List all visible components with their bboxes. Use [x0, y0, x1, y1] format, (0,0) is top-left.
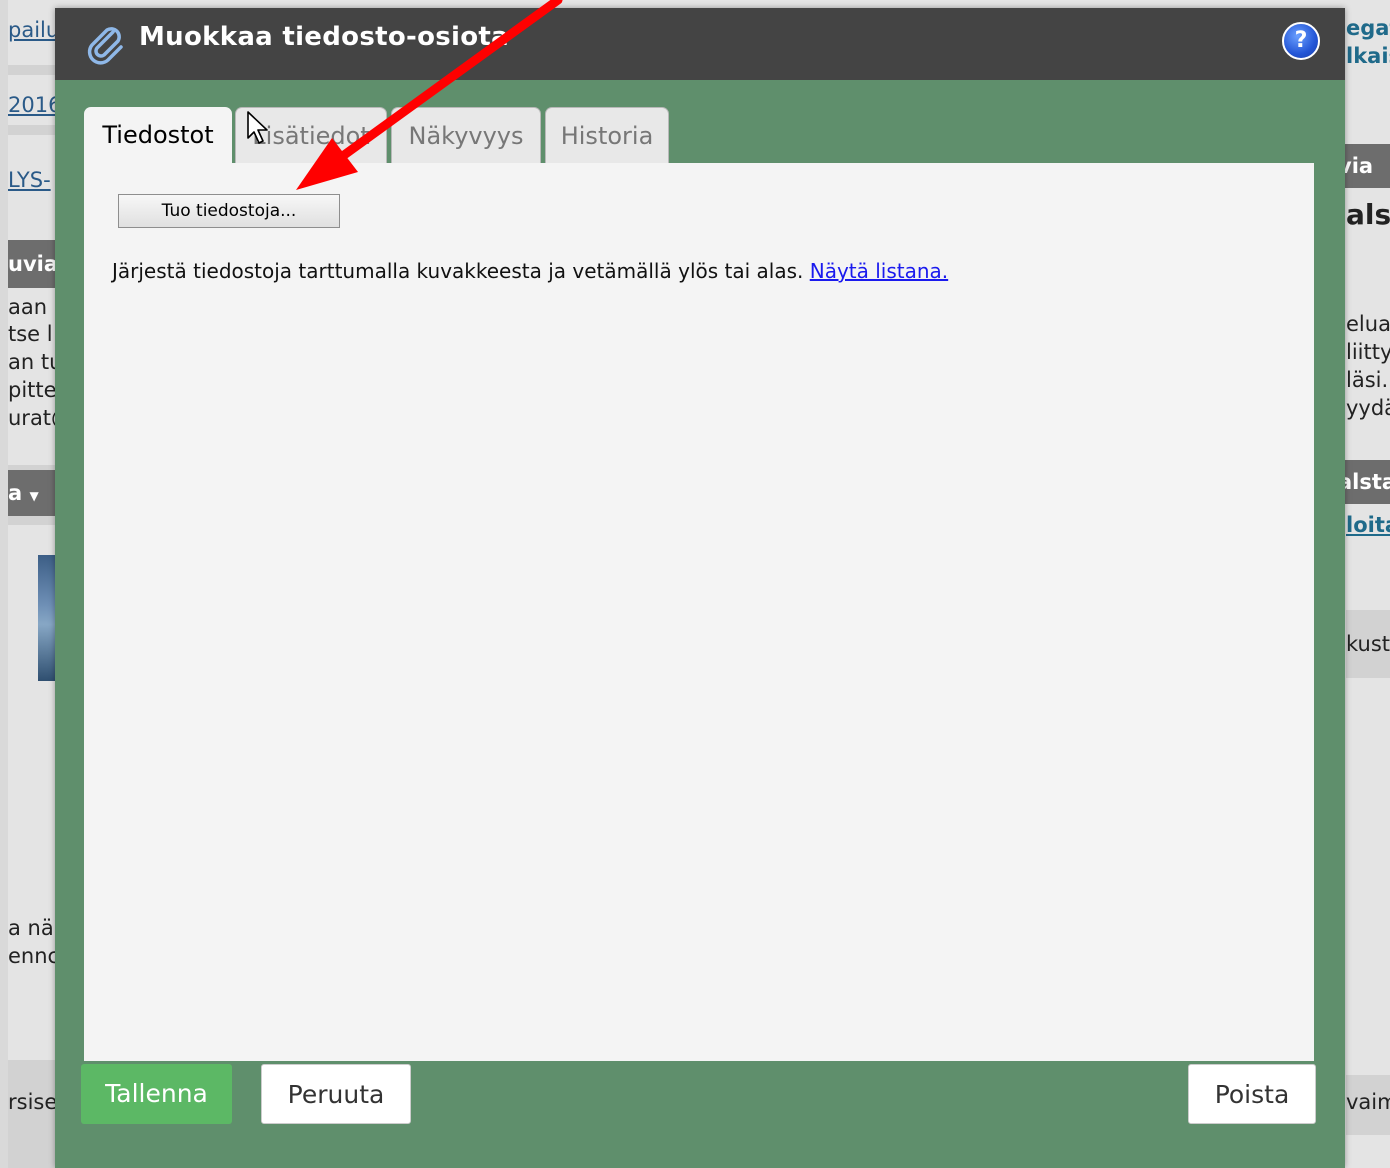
- cancel-button[interactable]: Peruuta: [261, 1064, 411, 1124]
- files-tab-panel: Tuo tiedostoja... Järjestä tiedostoja ta…: [84, 163, 1314, 1061]
- bg-link-fragment[interactable]: pailu: [8, 18, 55, 42]
- tab-files[interactable]: Tiedostot: [84, 107, 232, 165]
- bg-text-fragment: kust: [1346, 632, 1390, 656]
- bg-text-fragment: a nä: [8, 916, 54, 940]
- bg-link-fragment[interactable]: egat: [1346, 16, 1390, 40]
- bg-text-fragment: tse l: [8, 322, 53, 346]
- bg-link-fragment[interactable]: LYS-: [8, 168, 55, 192]
- tab-history[interactable]: Historia: [545, 107, 669, 163]
- save-button[interactable]: Tallenna: [81, 1064, 232, 1124]
- tab-visibility[interactable]: Näkyvyys: [391, 107, 541, 163]
- bg-text-fragment: vaim: [1346, 1090, 1390, 1114]
- edit-file-section-dialog: Muokkaa tiedosto-osiota ? Tiedostot Lisä…: [55, 8, 1345, 1168]
- import-files-button[interactable]: Tuo tiedostoja...: [118, 194, 340, 228]
- bg-text-fragment: rsise: [8, 1090, 55, 1114]
- show-as-list-link[interactable]: Näytä listana.: [810, 259, 948, 283]
- bg-heading-fragment: als: [1346, 198, 1390, 231]
- bg-text-fragment: an tu: [8, 350, 55, 374]
- reorder-instruction: Järjestä tiedostoja tarttumalla kuvakkee…: [112, 259, 948, 283]
- bg-photo: [38, 555, 56, 681]
- bg-section-header: uvia: [8, 240, 55, 288]
- bg-link-fragment[interactable]: loita: [1346, 513, 1390, 537]
- bg-section-header: alsta: [1338, 460, 1390, 504]
- bg-link-fragment[interactable]: lkais: [1346, 44, 1390, 68]
- bg-text-fragment: liitty: [1346, 340, 1390, 364]
- chevron-down-icon: ▼: [29, 489, 39, 503]
- dialog-header: Muokkaa tiedosto-osiota ?: [55, 8, 1345, 80]
- bg-text-fragment: aan: [8, 295, 48, 319]
- bg-section-header-text: uvia: [8, 252, 55, 276]
- bg-dropdown[interactable]: a ▼: [8, 470, 55, 516]
- paperclip-icon: [87, 27, 123, 65]
- delete-button[interactable]: Poista: [1188, 1064, 1316, 1124]
- bg-text-fragment: yydä: [1346, 396, 1390, 420]
- bg-section-header: via: [1338, 144, 1390, 188]
- bg-section-header-text: alsta: [1338, 470, 1390, 494]
- instruction-text: Järjestä tiedostoja tarttumalla kuvakkee…: [112, 259, 804, 283]
- dialog-title: Muokkaa tiedosto-osiota: [139, 22, 509, 52]
- bg-band: [8, 65, 58, 75]
- bg-band: [8, 1060, 58, 1168]
- bg-text-fragment: elua: [1346, 312, 1390, 336]
- bg-link-fragment[interactable]: 2016: [8, 93, 55, 117]
- bg-band: [8, 125, 58, 135]
- bg-text-fragment: pitte: [8, 378, 55, 402]
- mouse-pointer-icon: [247, 111, 268, 144]
- bg-text-fragment: urat@: [8, 406, 55, 430]
- bg-text-fragment: läsi.: [1346, 368, 1389, 392]
- help-icon[interactable]: ?: [1282, 22, 1320, 60]
- bg-dropdown-text: a: [8, 481, 23, 505]
- bg-text-fragment: ennc: [8, 944, 55, 968]
